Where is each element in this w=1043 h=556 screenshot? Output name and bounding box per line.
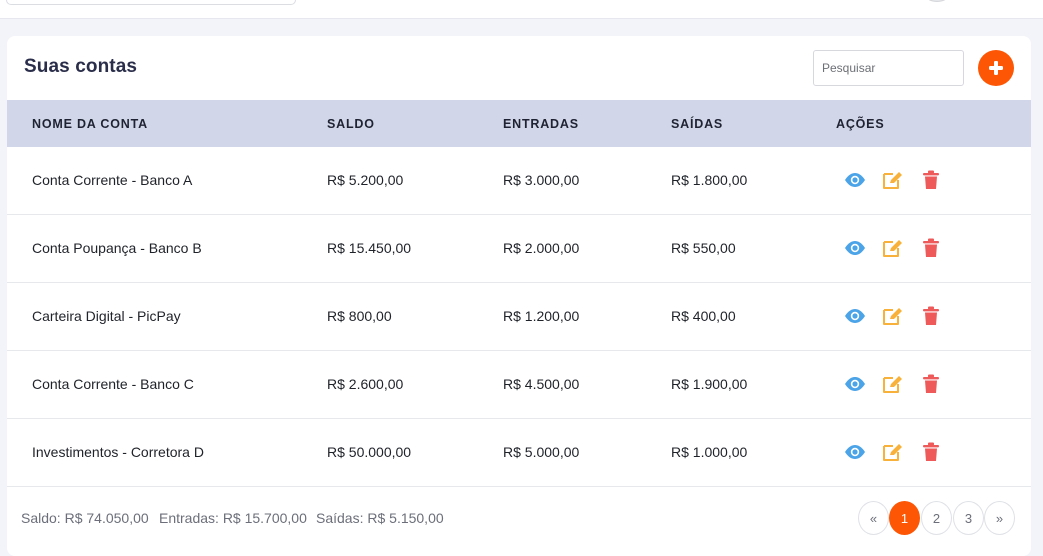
cell-saidas: R$ 550,00 bbox=[671, 240, 736, 256]
cell-saldo: R$ 2.600,00 bbox=[327, 376, 404, 392]
delete-button[interactable] bbox=[919, 168, 943, 192]
top-bar bbox=[0, 0, 1043, 19]
cell-saldo: R$ 5.200,00 bbox=[327, 172, 404, 188]
cell-entradas: R$ 3.000,00 bbox=[503, 172, 580, 188]
accounts-card: Suas contas NOME DA CONTA SALDO ENTRADAS… bbox=[7, 36, 1031, 556]
cell-entradas: R$ 1.200,00 bbox=[503, 308, 580, 324]
edit-icon bbox=[882, 306, 904, 326]
table-row: Carteira Digital - PicPay R$ 800,00 R$ 1.2… bbox=[7, 283, 1031, 351]
trash-icon bbox=[922, 374, 940, 394]
total-entradas: Entradas: R$ 15.700,00 bbox=[159, 510, 307, 526]
cell-entradas: R$ 4.500,00 bbox=[503, 376, 580, 392]
table-row: Conta Corrente - Banco A R$ 5.200,00 R$ 3.… bbox=[7, 147, 1031, 215]
edit-button[interactable] bbox=[881, 236, 905, 260]
cell-account-name: Investimentos - Corretora D bbox=[32, 444, 204, 460]
eye-icon bbox=[844, 172, 866, 188]
edit-button[interactable] bbox=[881, 440, 905, 464]
trash-icon bbox=[922, 238, 940, 258]
trash-icon bbox=[922, 170, 940, 190]
pagination-page-2[interactable]: 2 bbox=[921, 501, 952, 535]
eye-icon bbox=[844, 444, 866, 460]
edit-icon bbox=[882, 442, 904, 462]
column-header-saldo: SALDO bbox=[327, 117, 375, 131]
cell-saidas: R$ 400,00 bbox=[671, 308, 736, 324]
view-button[interactable] bbox=[843, 440, 867, 464]
view-button[interactable] bbox=[843, 236, 867, 260]
cell-saldo: R$ 800,00 bbox=[327, 308, 392, 324]
delete-button[interactable] bbox=[919, 236, 943, 260]
cell-saidas: R$ 1.800,00 bbox=[671, 172, 748, 188]
add-account-button[interactable] bbox=[978, 50, 1014, 86]
column-header-entradas: ENTRADAS bbox=[503, 117, 579, 131]
cell-entradas: R$ 5.000,00 bbox=[503, 444, 580, 460]
eye-icon bbox=[844, 308, 866, 324]
column-header-name: NOME DA CONTA bbox=[32, 117, 148, 131]
view-button[interactable] bbox=[843, 168, 867, 192]
cell-saidas: R$ 1.000,00 bbox=[671, 444, 748, 460]
table-header: NOME DA CONTA SALDO ENTRADAS SAÍDAS AÇÕE… bbox=[7, 100, 1031, 147]
cell-account-name: Conta Poupança - Banco B bbox=[32, 240, 202, 256]
cell-saldo: R$ 15.450,00 bbox=[327, 240, 412, 256]
pagination-prev-button[interactable]: « bbox=[858, 501, 889, 535]
trash-icon bbox=[922, 442, 940, 462]
table-row: Investimentos - Corretora D R$ 50.000,00 R… bbox=[7, 419, 1031, 487]
table-row: Conta Corrente - Banco C R$ 2.600,00 R$ 4.… bbox=[7, 351, 1031, 419]
cell-saldo: R$ 50.000,00 bbox=[327, 444, 412, 460]
cell-entradas: R$ 2.000,00 bbox=[503, 240, 580, 256]
top-search-field[interactable] bbox=[6, 0, 296, 5]
delete-button[interactable] bbox=[919, 304, 943, 328]
search-input[interactable] bbox=[813, 50, 964, 86]
delete-button[interactable] bbox=[919, 440, 943, 464]
edit-button[interactable] bbox=[881, 168, 905, 192]
column-header-acoes: AÇÕES bbox=[836, 117, 885, 131]
pagination-page-3[interactable]: 3 bbox=[953, 501, 984, 535]
delete-button[interactable] bbox=[919, 372, 943, 396]
column-header-saidas: SAÍDAS bbox=[671, 117, 724, 131]
plus-icon bbox=[989, 61, 1003, 75]
edit-icon bbox=[882, 170, 904, 190]
cell-account-name: Conta Corrente - Banco C bbox=[32, 376, 194, 392]
view-button[interactable] bbox=[843, 372, 867, 396]
total-saidas: Saídas: R$ 5.150,00 bbox=[316, 510, 444, 526]
eye-icon bbox=[844, 240, 866, 256]
page-title: Suas contas bbox=[24, 56, 138, 77]
table-row: Conta Poupança - Banco B R$ 15.450,00 R$ 2… bbox=[7, 215, 1031, 283]
pagination-next-button[interactable]: » bbox=[984, 501, 1015, 535]
eye-icon bbox=[844, 376, 866, 392]
edit-button[interactable] bbox=[881, 304, 905, 328]
avatar[interactable] bbox=[922, 0, 952, 2]
view-button[interactable] bbox=[843, 304, 867, 328]
pagination-page-1[interactable]: 1 bbox=[889, 501, 920, 535]
trash-icon bbox=[922, 306, 940, 326]
edit-icon bbox=[882, 374, 904, 394]
edit-icon bbox=[882, 238, 904, 258]
cell-account-name: Carteira Digital - PicPay bbox=[32, 308, 181, 324]
cell-account-name: Conta Corrente - Banco A bbox=[32, 172, 193, 188]
cell-saidas: R$ 1.900,00 bbox=[671, 376, 748, 392]
edit-button[interactable] bbox=[881, 372, 905, 396]
total-saldo: Saldo: R$ 74.050,00 bbox=[21, 510, 149, 526]
